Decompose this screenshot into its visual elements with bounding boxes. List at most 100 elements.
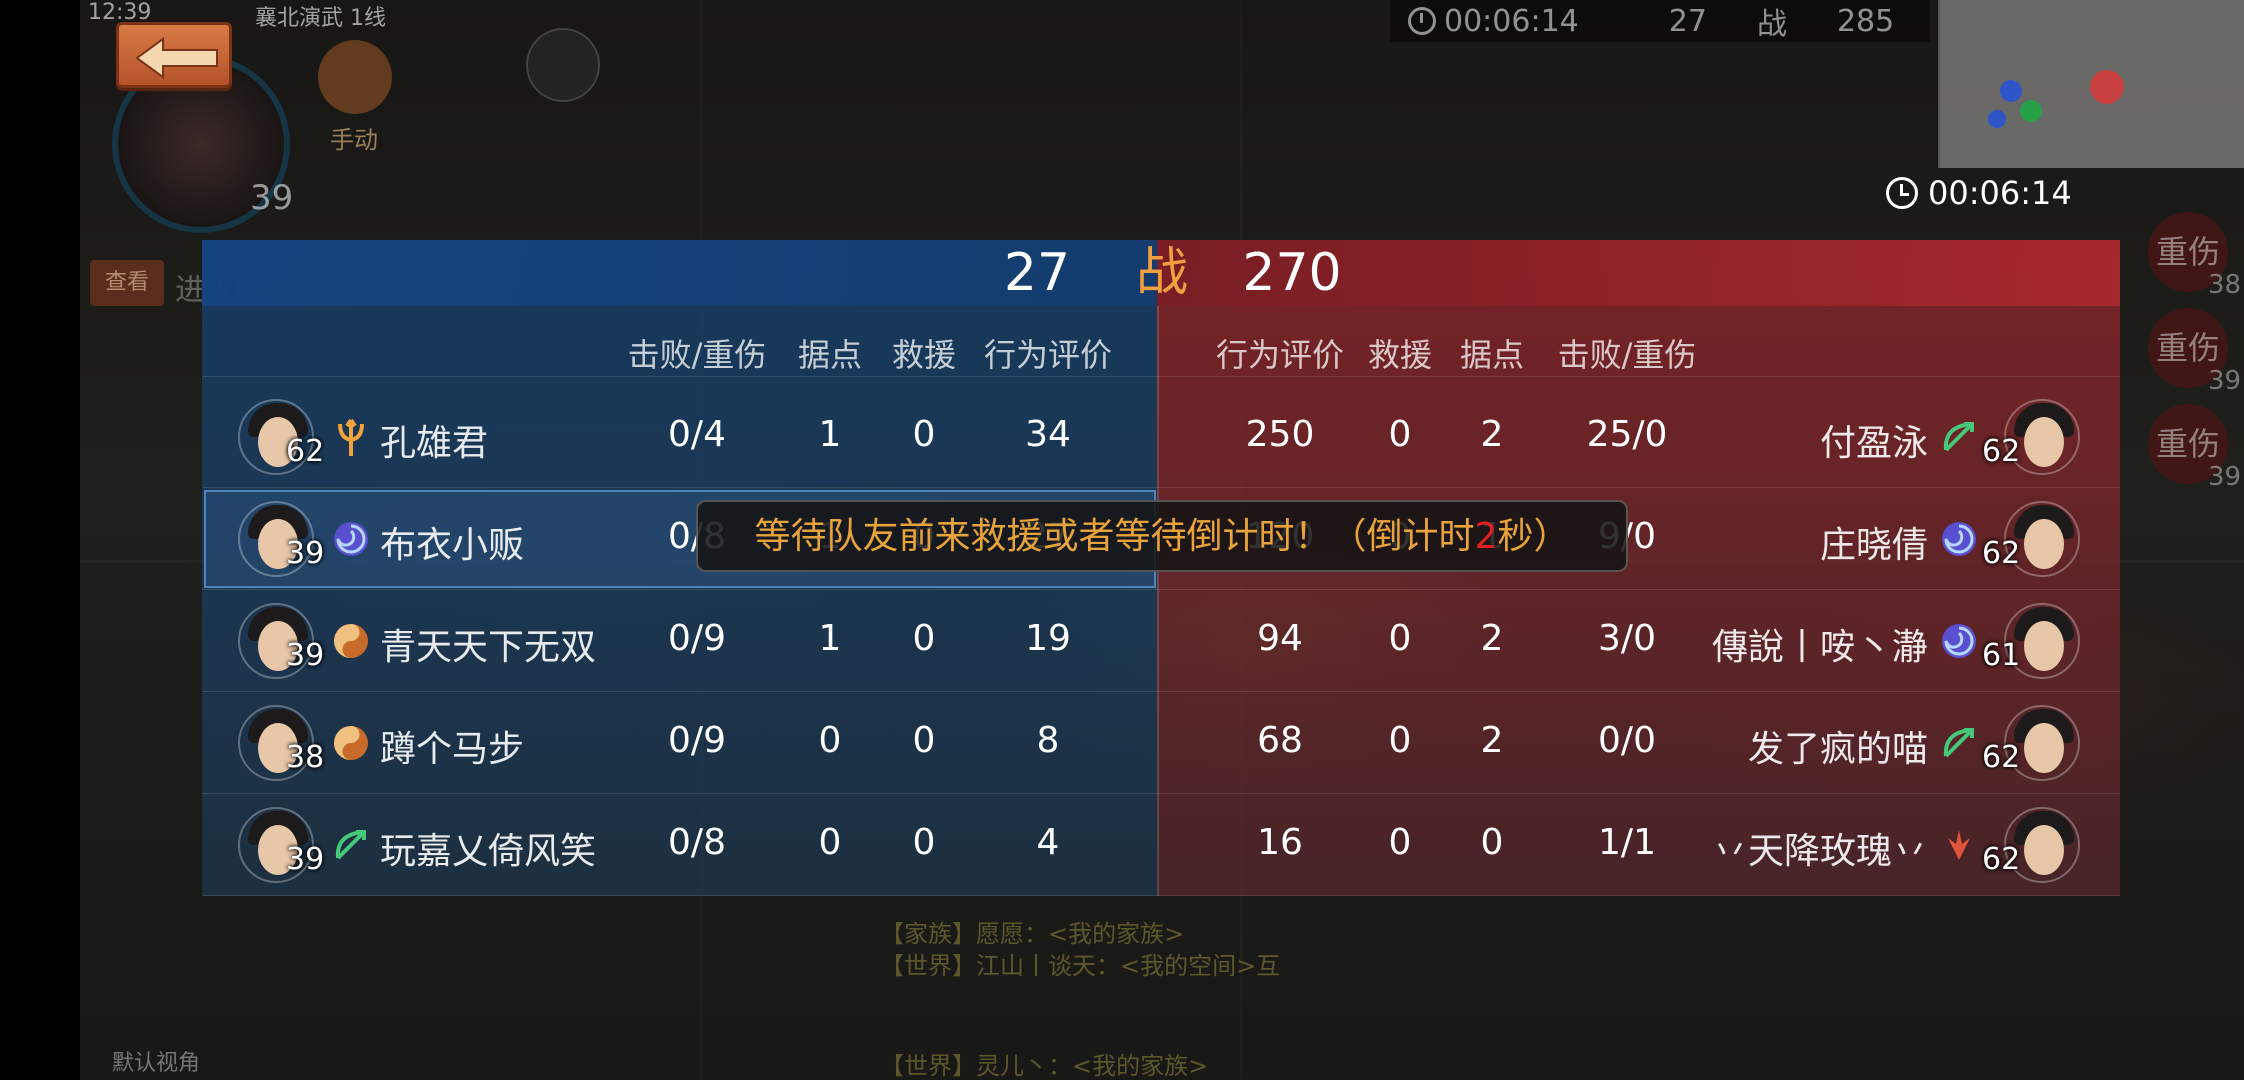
stat-points: 0 — [1480, 822, 1504, 863]
view-button[interactable]: 查看 — [90, 260, 164, 306]
red-team-score: 270 — [1242, 243, 1342, 303]
row-divider — [202, 895, 2120, 896]
top-right-score: 285 — [1836, 3, 1895, 39]
top-left-score: 27 — [1668, 3, 1707, 39]
stat-kd: 1/1 — [1598, 822, 1656, 863]
stat-rating: 16 — [1257, 822, 1303, 863]
stat-kd: 3/0 — [1598, 618, 1656, 659]
clock-icon — [1408, 7, 1436, 35]
stat-points: 2 — [1480, 720, 1504, 761]
column-header-rating: 行为评价 — [1215, 336, 1344, 374]
stat-points: 0 — [818, 822, 842, 863]
stat-kd: 0/8 — [668, 822, 726, 863]
spectate-label[interactable]: 默认视角 — [112, 1045, 200, 1077]
side-button-number: 39 — [2208, 366, 2242, 396]
side-button-number: 39 — [2208, 462, 2242, 492]
player-level: 39 — [286, 536, 325, 571]
stat-points: 0 — [818, 720, 842, 761]
player-level: 39 — [286, 842, 325, 877]
stat-rescue: 0 — [912, 720, 936, 761]
stat-rating: 34 — [1025, 414, 1071, 455]
stat-kd: 0/9 — [668, 720, 726, 761]
auto-mode-label: 手动 — [330, 126, 378, 154]
table-row: 62 孔雄君 0/4 1 0 34 250 0 2 25/0 付盈泳 62 — [202, 386, 2120, 488]
column-header-kd: 击败/重伤 — [627, 336, 767, 374]
stat-rating: 19 — [1025, 618, 1071, 659]
column-header-points: 据点 — [797, 336, 862, 374]
player-name: 发了疯的喵 — [1747, 729, 1928, 770]
minimap-marker — [2090, 70, 2124, 104]
top-vs: 战 — [1756, 7, 1787, 42]
countdown-seconds: 2 — [1474, 516, 1498, 557]
stat-rating: 94 — [1257, 618, 1303, 659]
stat-points: 2 — [1480, 618, 1504, 659]
header-divider — [202, 376, 2120, 377]
column-header-rescue: 救援 — [1367, 336, 1432, 374]
top-score-hud: 00:06:14 27 战 285 — [1390, 0, 1930, 42]
table-row: 39 玩嘉乂倚风笑 0/8 0 0 4 16 0 0 1/1 丷天降玫瑰丷 62 — [202, 794, 2120, 896]
vs-label: 战 — [1135, 243, 1188, 303]
side-button-number: 38 — [2208, 270, 2242, 300]
back-button[interactable] — [116, 22, 232, 88]
stat-kd: 0/9 — [668, 618, 726, 659]
player-name: 蹲个马步 — [380, 729, 525, 770]
player-name: 丷天降玫瑰丷 — [1711, 831, 1928, 872]
player-level: 39 — [286, 638, 325, 673]
bow-icon — [1938, 722, 1980, 764]
stat-rescue: 0 — [912, 618, 936, 659]
stat-rating: 250 — [1245, 414, 1315, 455]
stat-kd: 25/0 — [1586, 414, 1668, 455]
back-arrow-icon — [135, 37, 218, 79]
phoenix-icon — [1938, 824, 1980, 866]
table-row: 38 蹲个马步 0/9 0 0 8 68 0 2 0/0 发了疯的喵 62 — [202, 692, 2120, 794]
column-header-kd: 击败/重伤 — [1557, 336, 1697, 374]
auto-mode-button[interactable] — [318, 40, 392, 114]
player-level: 62 — [1982, 740, 2021, 775]
minimap[interactable] — [1938, 0, 2244, 168]
stat-points: 2 — [1480, 414, 1504, 455]
minimap-marker — [2020, 100, 2042, 122]
stat-rescue: 0 — [1388, 822, 1412, 863]
stat-rescue: 0 — [1388, 618, 1412, 659]
stat-rescue: 0 — [912, 414, 936, 455]
column-header-points: 据点 — [1459, 336, 1524, 374]
player-level: 62 — [286, 434, 325, 469]
bow-icon — [1938, 416, 1980, 458]
stat-rating: 4 — [1036, 822, 1060, 863]
vortex-icon — [330, 518, 372, 560]
player-name: 玩嘉乂倚风笑 — [380, 831, 597, 872]
stat-rating: 8 — [1036, 720, 1060, 761]
server-name: 襄北演武 1线 — [255, 6, 386, 31]
battle-timer: 00:06:14 — [1886, 174, 2072, 212]
minimap-marker — [2000, 80, 2022, 102]
trident-icon — [330, 416, 372, 458]
column-header-rating: 行为评价 — [983, 336, 1112, 374]
player-level: 38 — [286, 740, 325, 775]
menu-button[interactable] — [526, 28, 600, 102]
player-name: 付盈泳 — [1819, 423, 1928, 464]
countdown-prefix: 等待队友前来救援或者等待倒计时！（倒计时 — [754, 516, 1475, 557]
blue-team-score: 27 — [1003, 243, 1071, 303]
stat-rating: 68 — [1257, 720, 1303, 761]
countdown-suffix: 秒） — [1497, 516, 1570, 557]
chat-line: 【家族】愿愿：<我的家族> — [880, 920, 1185, 948]
player-level: 62 — [1982, 536, 2021, 571]
stat-points: 1 — [818, 618, 842, 659]
player-name: 傳說丨咹丶瀞 — [1711, 627, 1928, 668]
chat-line: 【世界】江山丨谈天：<我的空间>互 — [880, 952, 1281, 980]
player-level: 62 — [1982, 842, 2021, 877]
top-timer: 00:06:14 — [1444, 3, 1579, 39]
player-name: 布衣小贩 — [380, 525, 525, 566]
bow-icon — [330, 824, 372, 866]
stat-rescue: 0 — [1388, 414, 1412, 455]
vortex-icon — [1938, 620, 1980, 662]
vortex-icon — [1938, 518, 1980, 560]
yinyang-icon — [330, 620, 372, 662]
stat-kd: 0/4 — [668, 414, 726, 455]
player-name: 青天天下无双 — [380, 627, 597, 668]
player-name: 孔雄君 — [380, 423, 489, 464]
column-header-rescue: 救援 — [891, 336, 956, 374]
chat-line: 【世界】灵儿丶：<我的家族> — [880, 1052, 1209, 1080]
rescue-countdown-banner: 等待队友前来救援或者等待倒计时！（倒计时2秒） — [696, 500, 1628, 572]
table-row: 39 青天天下无双 0/9 1 0 19 94 0 2 3/0 傳說丨咹丶瀞 61 — [202, 590, 2120, 692]
